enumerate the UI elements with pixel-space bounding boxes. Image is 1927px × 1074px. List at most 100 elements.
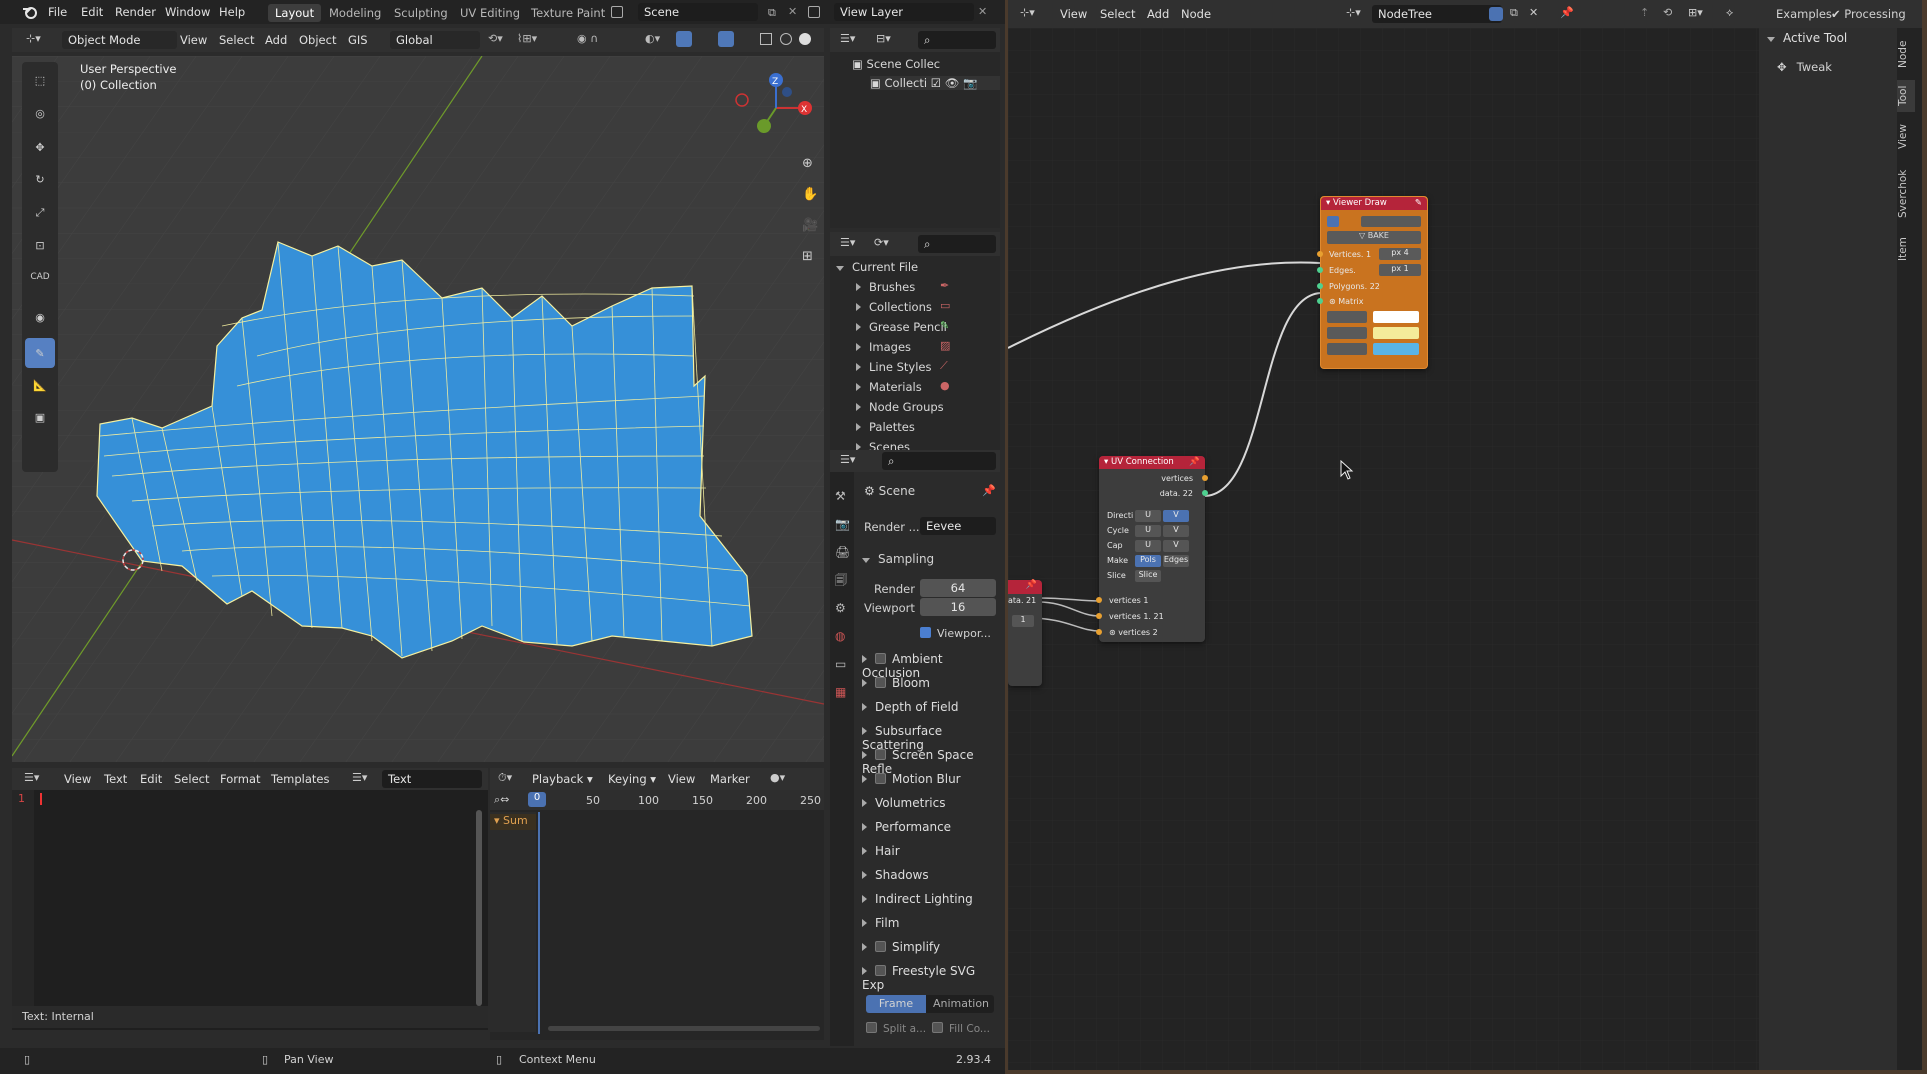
tab-node[interactable]: Node [1897, 36, 1915, 72]
menu-render[interactable]: Render [115, 5, 156, 19]
edit-node-icon[interactable]: ✎ [1415, 198, 1422, 208]
pivot-icon[interactable]: ⟲▾ [488, 32, 503, 45]
editor-type-icon[interactable]: ⊹▾ [26, 32, 41, 45]
animation-button[interactable]: Animation [928, 995, 994, 1013]
examples-menu[interactable]: Examples [1776, 7, 1832, 21]
section-panel[interactable]: Freestyle SVG Exp [862, 964, 996, 992]
texture-tab-icon[interactable]: ▦ [835, 678, 849, 706]
properties-search[interactable]: ⌕ [882, 452, 996, 470]
close-scene-icon[interactable]: ✕ [788, 5, 797, 18]
eye-icon[interactable]: 👁 [945, 76, 960, 90]
move-tool-icon[interactable]: ✥ [25, 132, 55, 162]
matrix-socket[interactable] [1317, 298, 1323, 304]
render-tab-icon[interactable]: 📷 [835, 510, 850, 538]
gizmo-toggle-icon[interactable] [676, 31, 692, 47]
vertices-size-field[interactable]: px 4 [1379, 248, 1421, 260]
cursor-tool-icon[interactable]: ◎ [25, 98, 55, 128]
overlay-toggle-icon[interactable] [718, 31, 734, 47]
outliner-type-icon[interactable]: ☰▾ [840, 32, 855, 45]
section-panel[interactable]: Motion Blur [862, 772, 996, 794]
xray-icon[interactable] [760, 33, 772, 45]
proportional-edit-icon[interactable]: ◉ ∩ [577, 32, 598, 45]
menu-file[interactable]: File [48, 5, 67, 19]
scene-tab-icon[interactable]: ⚙ [835, 594, 849, 622]
section-panel[interactable]: Subsurface Scattering [862, 724, 996, 752]
timeline[interactable]: ⌕⇔ 0 50 100 150 200 250 ▾ Sum [490, 790, 824, 1040]
close-view-layer-icon[interactable]: ✕ [978, 5, 987, 18]
world-tab-icon[interactable]: ◍ [835, 622, 849, 650]
section-checkbox[interactable] [875, 773, 886, 784]
new-tree-icon[interactable]: ⧉ [1510, 6, 1518, 20]
viewport-menu-select[interactable]: Select [219, 33, 254, 47]
section-panel[interactable]: Hair [862, 844, 996, 866]
blender-logo-icon[interactable] [22, 5, 38, 19]
mode-selector[interactable]: Object Mode [62, 31, 177, 49]
node-canvas[interactable]: 📌 ata. 21 1 ▾ UV Connection 📌 vertices da… [1008, 28, 1759, 1070]
keying-menu[interactable]: Keying ▾ [608, 772, 656, 786]
vertices-socket[interactable] [1317, 251, 1323, 257]
solid-shading-icon[interactable] [799, 33, 811, 45]
eye-toggle-icon[interactable] [1327, 216, 1339, 227]
pin-node-icon[interactable]: 📌 [1189, 457, 1200, 467]
text-scrollbar[interactable] [476, 810, 482, 1006]
transform-orientation[interactable]: Global [390, 31, 480, 49]
text-menu-format[interactable]: Format [220, 772, 261, 786]
processing-toggle[interactable]: ✔ Processing [1831, 7, 1906, 21]
outliner-display-icon[interactable]: ⊟▾ [876, 32, 891, 45]
unlink-tree-icon[interactable]: ✕ [1529, 6, 1538, 19]
snap-icon[interactable]: ⌇⊞▾ [517, 32, 537, 45]
edges-socket[interactable] [1317, 267, 1323, 273]
tab-texture-paint[interactable]: Texture Paint [524, 4, 612, 22]
camera-icon[interactable]: 📷 [963, 76, 977, 90]
uv-option-a[interactable]: U [1135, 510, 1161, 522]
parent-tree-icon[interactable]: ⇡ [1640, 6, 1649, 19]
sampling-panel-header[interactable]: Sampling [862, 552, 934, 566]
timeline-type-icon[interactable]: ⏱▾ [498, 771, 512, 785]
vertex-color-swatch[interactable] [1373, 311, 1419, 323]
viewport-menu-view[interactable]: View [180, 33, 207, 47]
scene-icon[interactable] [611, 6, 623, 18]
node-menu-node[interactable]: Node [1181, 7, 1211, 21]
face-color-controls[interactable] [1327, 343, 1367, 355]
viewer-draw-node[interactable]: ▾ Viewer Draw ✎ ▽ BAKE Vertices. 1 px 4 E… [1317, 196, 1428, 369]
face-color-swatch[interactable] [1373, 343, 1419, 355]
pan-hand-icon[interactable]: ✋ [802, 179, 818, 210]
in-vertices-1-21-socket[interactable] [1096, 613, 1102, 619]
edges-size-field[interactable]: px 1 [1379, 264, 1421, 276]
partial-node-value[interactable]: 1 [1012, 615, 1034, 627]
text-datablock-icon[interactable]: ☰▾ [352, 771, 367, 784]
viewport-scene[interactable]: X Z [12, 56, 824, 762]
fake-user-icon[interactable] [1489, 7, 1503, 21]
select-tool-icon[interactable]: ◉ [25, 302, 55, 332]
uv-option-a[interactable]: Pols [1135, 555, 1161, 567]
update-icon[interactable]: ⟲ [1663, 6, 1672, 19]
sverchok-icon[interactable]: ⟡ [1726, 6, 1733, 20]
node-editor-type-icon[interactable]: ⊹▾ [1020, 6, 1035, 19]
current-file-item[interactable]: Current File [836, 260, 918, 274]
frame-button[interactable]: Frame [866, 995, 926, 1013]
text-editor[interactable]: 1 Text: Internal [12, 790, 488, 1030]
text-editor-type-icon[interactable]: ☰▾ [24, 771, 39, 784]
polygons-socket[interactable] [1317, 283, 1323, 289]
select-box-tool-icon[interactable]: ⬚ [25, 65, 55, 95]
collection-item[interactable]: ▣ Collecti ☑ 👁 📷 [870, 76, 1000, 90]
menu-edit[interactable]: Edit [81, 5, 103, 19]
split-checkbox[interactable]: Split a... [866, 1022, 926, 1035]
node-groups-item[interactable]: Node Groups [856, 400, 944, 414]
section-panel[interactable]: Shadows [862, 868, 996, 890]
timeline-scrollbar[interactable] [548, 1026, 820, 1031]
line-styles-item[interactable]: Line Styles [856, 360, 932, 374]
grease-pencil-item[interactable]: Grease Pencil [856, 320, 947, 334]
blendfile-mode-icon[interactable]: ⟳▾ [874, 236, 889, 249]
tab-view[interactable]: View [1897, 120, 1915, 154]
rotate-tool-icon[interactable]: ↻ [25, 164, 55, 194]
grid-view-icon[interactable]: ⊞ [802, 241, 818, 272]
cad-tool-icon[interactable]: CAD [25, 262, 55, 292]
text-menu-view[interactable]: View [64, 772, 91, 786]
uv-connection-node[interactable]: ▾ UV Connection 📌 vertices data. 22 Direc… [1096, 456, 1208, 642]
scene-selector[interactable]: Scene [638, 3, 758, 21]
viewer-draw-title[interactable]: ▾ Viewer Draw ✎ [1321, 197, 1427, 210]
render-samples-field[interactable]: 64 [920, 579, 996, 597]
viewport-menu-add[interactable]: Add [265, 33, 287, 47]
out-data-socket[interactable] [1202, 490, 1208, 496]
